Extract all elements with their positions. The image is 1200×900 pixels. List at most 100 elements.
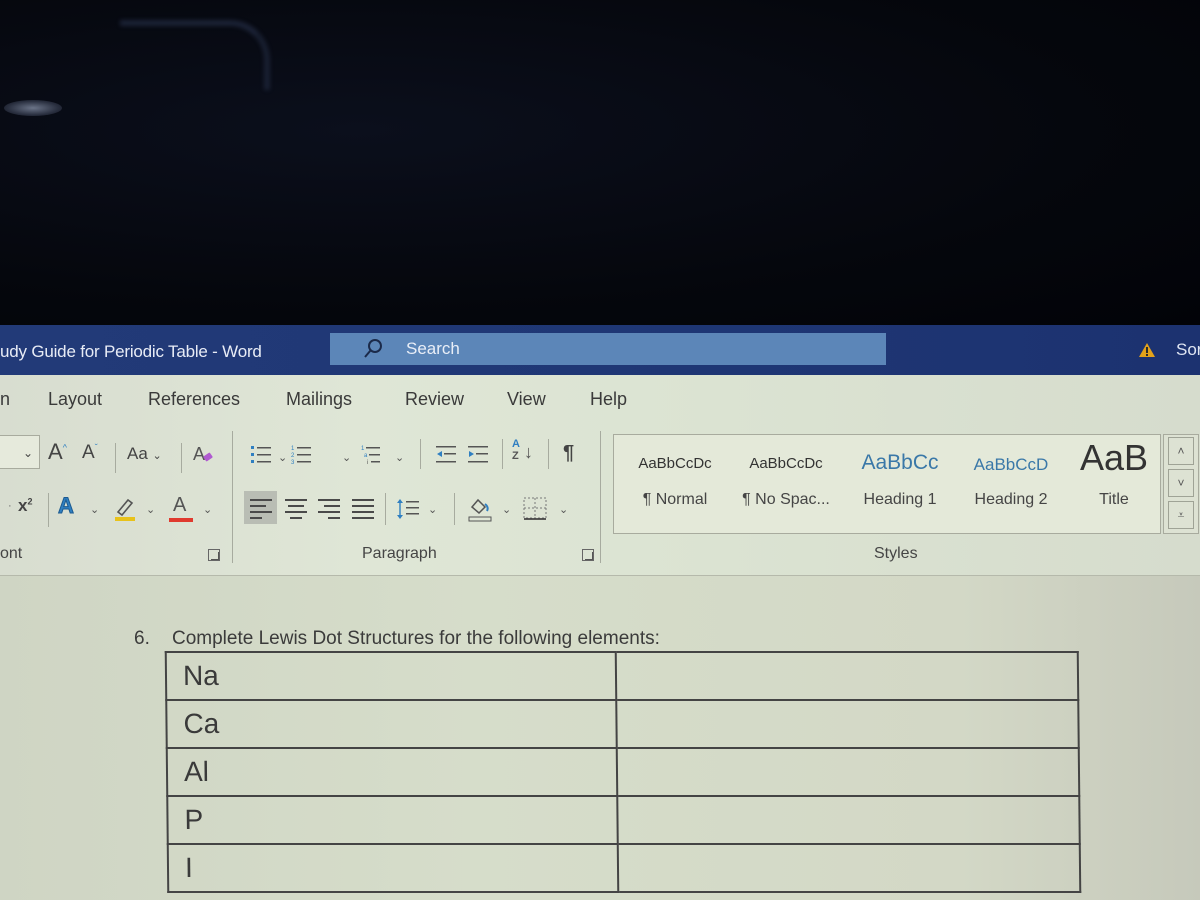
table-row: I: [167, 844, 1081, 892]
tab-mailings[interactable]: Mailings: [286, 389, 352, 410]
scroll-down-icon[interactable]: ˅: [1168, 469, 1194, 497]
question-text: Complete Lewis Dot Structures for the fo…: [172, 628, 660, 649]
warning-triangle-icon[interactable]: [1138, 342, 1156, 358]
numbering-icon[interactable]: 123: [290, 443, 312, 466]
monitor-bezel: [0, 0, 1200, 325]
document-page[interactable]: 6. Complete Lewis Dot Structures for the …: [0, 575, 1200, 900]
account-name[interactable]: Sor: [1176, 340, 1200, 360]
scroll-up-icon[interactable]: ˄: [1168, 437, 1194, 465]
font-color-icon[interactable]: A: [169, 495, 193, 523]
separator: [385, 493, 386, 525]
element-cell[interactable]: Na: [165, 652, 617, 700]
lewis-dot-table: Na Ca Al P I: [165, 651, 1082, 893]
separator: [420, 439, 421, 469]
svg-text:a: a: [364, 453, 368, 459]
style-heading-1[interactable]: AaBbCc Heading 1: [844, 435, 956, 535]
style-name: ¶ No Spac...: [742, 491, 830, 508]
style-heading-2[interactable]: AaBbCcD Heading 2: [956, 435, 1066, 535]
increase-indent-icon[interactable]: [467, 443, 489, 465]
sort-icon[interactable]: A Z ↓: [512, 439, 536, 467]
chevron-down-icon[interactable]: ⌄: [502, 503, 511, 516]
text-effects-icon[interactable]: A: [58, 494, 75, 517]
style-name: Title: [1099, 491, 1129, 508]
ribbon: n Layout References Mailings Review View…: [0, 375, 1200, 575]
style-no-spacing[interactable]: AaBbCcDc ¶ No Spac...: [731, 435, 841, 535]
answer-cell[interactable]: [616, 748, 1080, 796]
tab-review[interactable]: Review: [405, 389, 464, 410]
answer-cell[interactable]: [617, 844, 1081, 892]
tab-design[interactable]: n: [0, 389, 10, 410]
multilevel-list-icon[interactable]: 1ai: [360, 443, 382, 466]
shrink-font-icon[interactable]: Aˇ: [82, 443, 98, 462]
answer-cell[interactable]: [617, 796, 1080, 844]
element-cell[interactable]: I: [167, 844, 619, 892]
chevron-down-icon[interactable]: ⌄: [428, 503, 437, 516]
group-separator: [232, 431, 233, 563]
grow-font-label: A: [48, 439, 63, 464]
tab-help[interactable]: Help: [590, 389, 627, 410]
sort-a-label: A: [512, 438, 520, 450]
answer-cell[interactable]: [615, 652, 1079, 700]
style-preview: AaBbCcD: [973, 455, 1049, 474]
style-title[interactable]: AaB Title: [1069, 435, 1159, 535]
tab-view[interactable]: View: [507, 389, 546, 410]
table-row: Al: [166, 748, 1080, 796]
align-right-icon[interactable]: [318, 499, 340, 523]
style-preview: AaBbCc: [861, 451, 939, 474]
element-cell[interactable]: P: [167, 796, 618, 844]
line-spacing-icon[interactable]: [396, 497, 420, 521]
group-separator: [600, 431, 601, 563]
style-preview: AaBbCcDc: [638, 455, 712, 472]
tab-layout[interactable]: Layout: [48, 389, 102, 410]
search-icon: [362, 338, 384, 360]
answer-cell[interactable]: [616, 700, 1079, 748]
shading-icon[interactable]: [467, 495, 493, 523]
decrease-indent-icon[interactable]: [435, 443, 457, 465]
svg-text:i: i: [367, 460, 368, 465]
chevron-down-icon[interactable]: ⌄: [90, 503, 99, 516]
styles-gallery-scroll: ˄ ˅ ⩡: [1163, 434, 1199, 534]
chevron-down-icon[interactable]: ⌄: [146, 503, 155, 516]
document-title: udy Guide for Periodic Table - Word: [0, 342, 262, 361]
style-name: ¶ Normal: [642, 491, 708, 508]
highlighter-icon[interactable]: [113, 494, 137, 522]
element-cell[interactable]: Al: [166, 748, 618, 796]
chevron-down-icon[interactable]: ⌄: [278, 451, 287, 464]
chevron-down-icon[interactable]: ⌄: [395, 451, 404, 464]
show-formatting-marks-icon[interactable]: ¶: [563, 443, 574, 463]
more-styles-icon[interactable]: ⩡: [1168, 501, 1194, 529]
borders-icon[interactable]: [523, 497, 547, 521]
superscript-icon[interactable]: x2: [18, 497, 32, 514]
chevron-down-icon[interactable]: ⌄: [203, 503, 212, 516]
align-center-icon[interactable]: [285, 499, 307, 523]
separator: [502, 439, 503, 469]
clear-formatting-icon[interactable]: A: [192, 442, 216, 466]
change-case-label: Aa: [127, 444, 148, 463]
font-dialog-launcher-icon[interactable]: [208, 549, 220, 561]
svg-text:A: A: [193, 444, 205, 464]
tab-references[interactable]: References: [148, 389, 240, 410]
element-cell[interactable]: Ca: [166, 700, 617, 748]
subscript-icon[interactable]: ·: [8, 501, 12, 512]
chevron-down-icon[interactable]: ⌄: [559, 503, 568, 516]
style-normal[interactable]: AaBbCcDc ¶ Normal: [622, 435, 728, 535]
ribbon-home-panel: ⌄ A^ Aˇ Aa ⌄ A · x2 A ⌄ ⌄ A ⌄ ont ⌄ 1 2 …: [0, 423, 1200, 575]
style-preview: AaB: [1079, 437, 1149, 478]
bullets-icon[interactable]: [250, 443, 272, 465]
justify-icon[interactable]: [352, 499, 374, 523]
align-left-icon: [250, 499, 272, 523]
search-box[interactable]: Search: [330, 333, 886, 365]
paragraph-dialog-launcher-icon[interactable]: [582, 549, 594, 561]
webcam: [4, 100, 62, 116]
question-heading: 6. Complete Lewis Dot Structures for the …: [134, 628, 660, 650]
styles-group-label: Styles: [874, 545, 918, 562]
change-case-button[interactable]: Aa ⌄: [127, 445, 162, 462]
svg-text:1: 1: [361, 446, 365, 452]
separator: [454, 493, 455, 525]
search-placeholder: Search: [406, 339, 460, 358]
grow-font-icon[interactable]: A^: [48, 441, 67, 463]
style-name: Heading 2: [974, 491, 1048, 508]
font-group-label: ont: [0, 545, 23, 562]
font-size-dropdown[interactable]: ⌄: [0, 435, 40, 469]
chevron-down-icon[interactable]: ⌄: [342, 451, 351, 464]
